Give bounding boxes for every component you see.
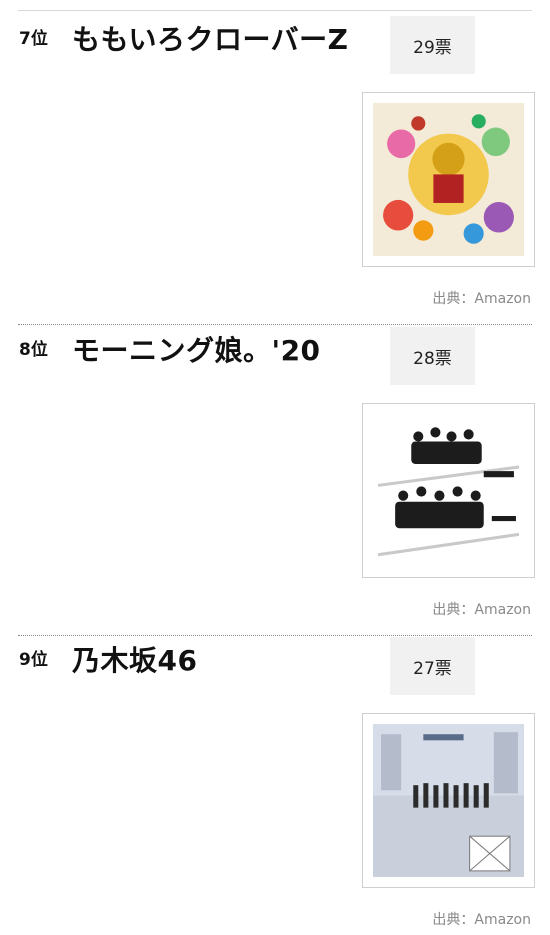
vote-count-badge: 28票 [390,327,475,385]
ranking-entry: 7位 ももいろクローバーZ 29票 出典：Amazon [0,12,550,325]
vote-count-badge: 29票 [390,16,475,74]
artist-name[interactable]: 乃木坂46 [72,639,197,679]
source-credit: 出典：Amazon [432,912,531,928]
artist-name[interactable]: ももいろクローバーZ [72,18,348,58]
top-divider [18,10,532,11]
ranking-entry: 8位 モーニング娘。'20 28票 出典：Amazon [0,323,550,636]
rank-label: 7位 [19,29,48,49]
album-art-nogizaka [373,724,524,877]
rank-label: 9位 [19,650,48,670]
vote-count-badge: 27票 [390,637,475,695]
source-credit: 出典：Amazon [432,291,531,307]
source-credit: 出典：Amazon [432,602,531,618]
album-cover-image[interactable] [362,403,535,578]
artist-name[interactable]: モーニング娘。'20 [72,329,321,369]
rank-label: 8位 [19,340,48,360]
album-art-morning-musume [373,414,524,567]
album-art-momoclo [373,103,524,256]
ranking-entry: 9位 乃木坂46 27票 出典：Amazon [0,633,550,935]
album-cover-image[interactable] [362,92,535,267]
album-cover-image[interactable] [362,713,535,888]
